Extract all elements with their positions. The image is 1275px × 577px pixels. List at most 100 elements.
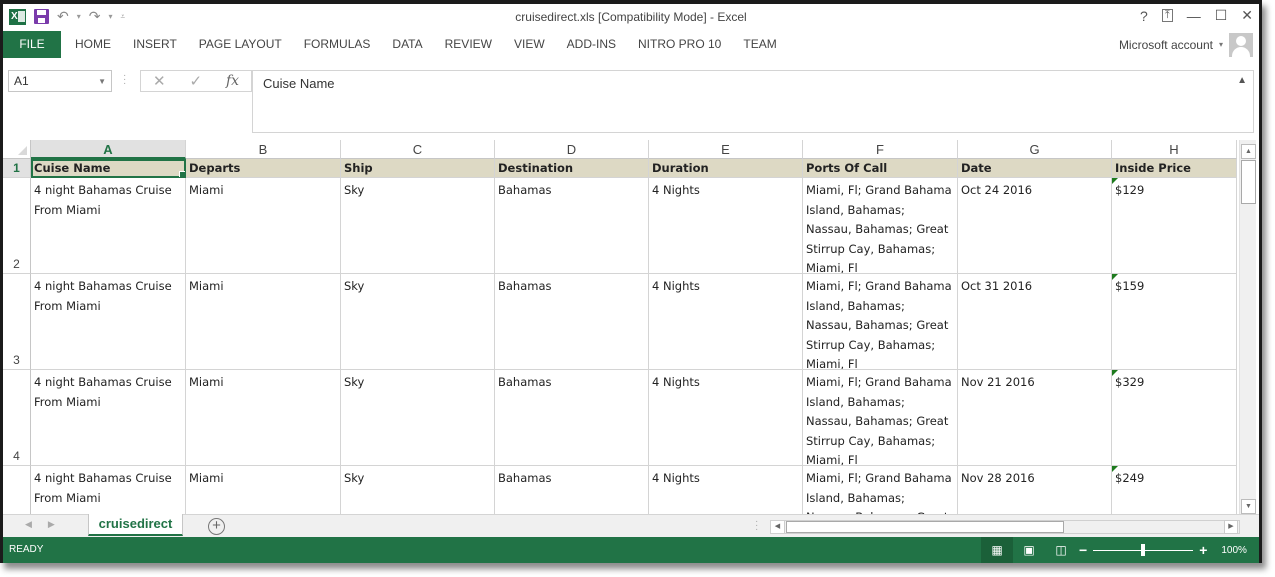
tab-formulas[interactable]: FORMULAS — [293, 31, 382, 58]
column-header-e[interactable]: E — [649, 140, 803, 159]
ribbon-display-options-icon[interactable]: ⤒ — [1161, 9, 1173, 22]
header-cell-c[interactable]: Ship — [341, 159, 495, 178]
cell-b3[interactable]: Miami — [186, 274, 341, 370]
insert-function-icon[interactable]: fx — [226, 73, 239, 89]
column-header-g[interactable]: G — [958, 140, 1112, 159]
header-cell-h[interactable]: Inside Price — [1112, 159, 1237, 178]
cell-f4[interactable]: Miami, Fl; Grand Bahama Island, Bahamas;… — [803, 370, 958, 466]
chevron-down-icon[interactable]: ▼ — [98, 77, 106, 86]
scroll-down-icon[interactable]: ▼ — [1241, 499, 1256, 514]
cell-d2[interactable]: Bahamas — [495, 178, 649, 274]
tab-nitro-pro-10[interactable]: NITRO PRO 10 — [627, 31, 732, 58]
column-header-a[interactable]: A — [31, 140, 186, 159]
name-box[interactable]: A1 ▼ — [8, 70, 112, 92]
vertical-scrollbar[interactable]: ▲ ▼ — [1239, 140, 1256, 514]
header-cell-d[interactable]: Destination — [495, 159, 649, 178]
tab-split-handle[interactable]: · · · — [755, 517, 758, 535]
row-header-1[interactable]: 1 — [3, 159, 31, 178]
cell-e4[interactable]: 4 Nights — [649, 370, 803, 466]
cell-h2[interactable]: $129 — [1112, 178, 1237, 274]
header-cell-a[interactable]: Cuise Name — [31, 159, 186, 178]
cell-a5[interactable]: 4 night Bahamas Cruise From Miami — [31, 466, 186, 514]
scroll-left-icon[interactable]: ◀ — [771, 521, 785, 533]
cell-c3[interactable]: Sky — [341, 274, 495, 370]
cell-d3[interactable]: Bahamas — [495, 274, 649, 370]
error-indicator-icon[interactable] — [1112, 370, 1118, 376]
zoom-level[interactable]: 100% — [1221, 545, 1247, 556]
maximize-icon[interactable]: ☐ — [1215, 7, 1228, 24]
cell-c4[interactable]: Sky — [341, 370, 495, 466]
header-cell-f[interactable]: Ports Of Call — [803, 159, 958, 178]
cell-h5[interactable]: $249 — [1112, 466, 1237, 514]
error-indicator-icon[interactable] — [1112, 274, 1118, 280]
zoom-slider-knob[interactable] — [1141, 543, 1146, 556]
avatar[interactable] — [1229, 32, 1253, 57]
cancel-icon[interactable]: ✕ — [153, 72, 166, 90]
tab-team[interactable]: TEAM — [732, 31, 787, 58]
cell-a3[interactable]: 4 night Bahamas Cruise From Miami — [31, 274, 186, 370]
column-header-d[interactable]: D — [495, 140, 649, 159]
cell-g5[interactable]: Nov 28 2016 — [958, 466, 1112, 514]
horizontal-scroll-thumb[interactable] — [786, 521, 1064, 533]
tab-page-layout[interactable]: PAGE LAYOUT — [188, 31, 293, 58]
cell-f5[interactable]: Miami, Fl; Grand Bahama Island, Bahamas;… — [803, 466, 958, 514]
cell-g3[interactable]: Oct 31 2016 — [958, 274, 1112, 370]
select-all-button[interactable] — [3, 140, 31, 159]
tab-file[interactable]: FILE — [3, 31, 61, 58]
cell-b2[interactable]: Miami — [186, 178, 341, 274]
page-layout-view-icon[interactable]: ▣ — [1013, 537, 1045, 563]
cell-a4[interactable]: 4 night Bahamas Cruise From Miami — [31, 370, 186, 466]
column-header-c[interactable]: C — [341, 140, 495, 159]
minimize-icon[interactable]: — — [1187, 8, 1201, 24]
help-icon[interactable]: ? — [1140, 8, 1148, 24]
normal-view-icon[interactable]: ▦ — [981, 537, 1013, 563]
column-header-f[interactable]: F — [803, 140, 958, 159]
resize-handle-icon[interactable]: · · · — [123, 71, 126, 89]
cell-e5[interactable]: 4 Nights — [649, 466, 803, 514]
add-sheet-icon[interactable]: + — [208, 518, 225, 535]
tab-data[interactable]: DATA — [381, 31, 433, 58]
column-header-h[interactable]: H — [1112, 140, 1237, 159]
scroll-right-icon[interactable]: ▶ — [1224, 520, 1238, 534]
header-cell-g[interactable]: Date — [958, 159, 1112, 178]
cell-b4[interactable]: Miami — [186, 370, 341, 466]
enter-icon[interactable]: ✓ — [189, 72, 202, 90]
header-cell-b[interactable]: Departs — [186, 159, 341, 178]
error-indicator-icon[interactable] — [1112, 466, 1118, 472]
cell-b5[interactable]: Miami — [186, 466, 341, 514]
cell-f2[interactable]: Miami, Fl; Grand Bahama Island, Bahamas;… — [803, 178, 958, 274]
collapse-formula-bar-icon[interactable]: ▲ — [1237, 75, 1247, 86]
account-menu[interactable]: Microsoft account ▾ — [1119, 31, 1253, 58]
zoom-slider[interactable] — [1093, 543, 1194, 556]
prev-sheet-icon[interactable]: ◀ — [25, 519, 32, 530]
page-break-preview-icon[interactable]: ◫ — [1045, 537, 1077, 563]
row-header-3[interactable]: 3 — [3, 274, 31, 370]
cell-d4[interactable]: Bahamas — [495, 370, 649, 466]
row-header-5[interactable]: 5 — [3, 466, 31, 514]
close-icon[interactable]: ✕ — [1241, 7, 1253, 24]
tab-review[interactable]: REVIEW — [434, 31, 503, 58]
row-header-2[interactable]: 2 — [3, 178, 31, 274]
column-header-b[interactable]: B — [186, 140, 341, 159]
cell-e3[interactable]: 4 Nights — [649, 274, 803, 370]
tab-add-ins[interactable]: ADD-INS — [556, 31, 627, 58]
cell-e2[interactable]: 4 Nights — [649, 178, 803, 274]
zoom-out-icon[interactable]: − — [1079, 542, 1087, 558]
scroll-up-icon[interactable]: ▲ — [1241, 144, 1256, 159]
tab-insert[interactable]: INSERT — [122, 31, 188, 58]
horizontal-scrollbar[interactable]: ◀ — [770, 520, 1240, 534]
tab-home[interactable]: HOME — [61, 31, 122, 58]
cell-c2[interactable]: Sky — [341, 178, 495, 274]
header-cell-e[interactable]: Duration — [649, 159, 803, 178]
vertical-scroll-thumb[interactable] — [1241, 160, 1256, 204]
cell-a2[interactable]: 4 night Bahamas Cruise From Miami — [31, 178, 186, 274]
sheet-tab-cruisedirect[interactable]: cruisedirect — [88, 514, 183, 536]
formula-input[interactable]: Cuise Name ▲ — [252, 70, 1254, 133]
row-header-4[interactable]: 4 — [3, 370, 31, 466]
next-sheet-icon[interactable]: ▶ — [48, 519, 55, 530]
cell-g4[interactable]: Nov 21 2016 — [958, 370, 1112, 466]
cell-d5[interactable]: Bahamas — [495, 466, 649, 514]
cell-g2[interactable]: Oct 24 2016 — [958, 178, 1112, 274]
cell-c5[interactable]: Sky — [341, 466, 495, 514]
cell-f3[interactable]: Miami, Fl; Grand Bahama Island, Bahamas;… — [803, 274, 958, 370]
